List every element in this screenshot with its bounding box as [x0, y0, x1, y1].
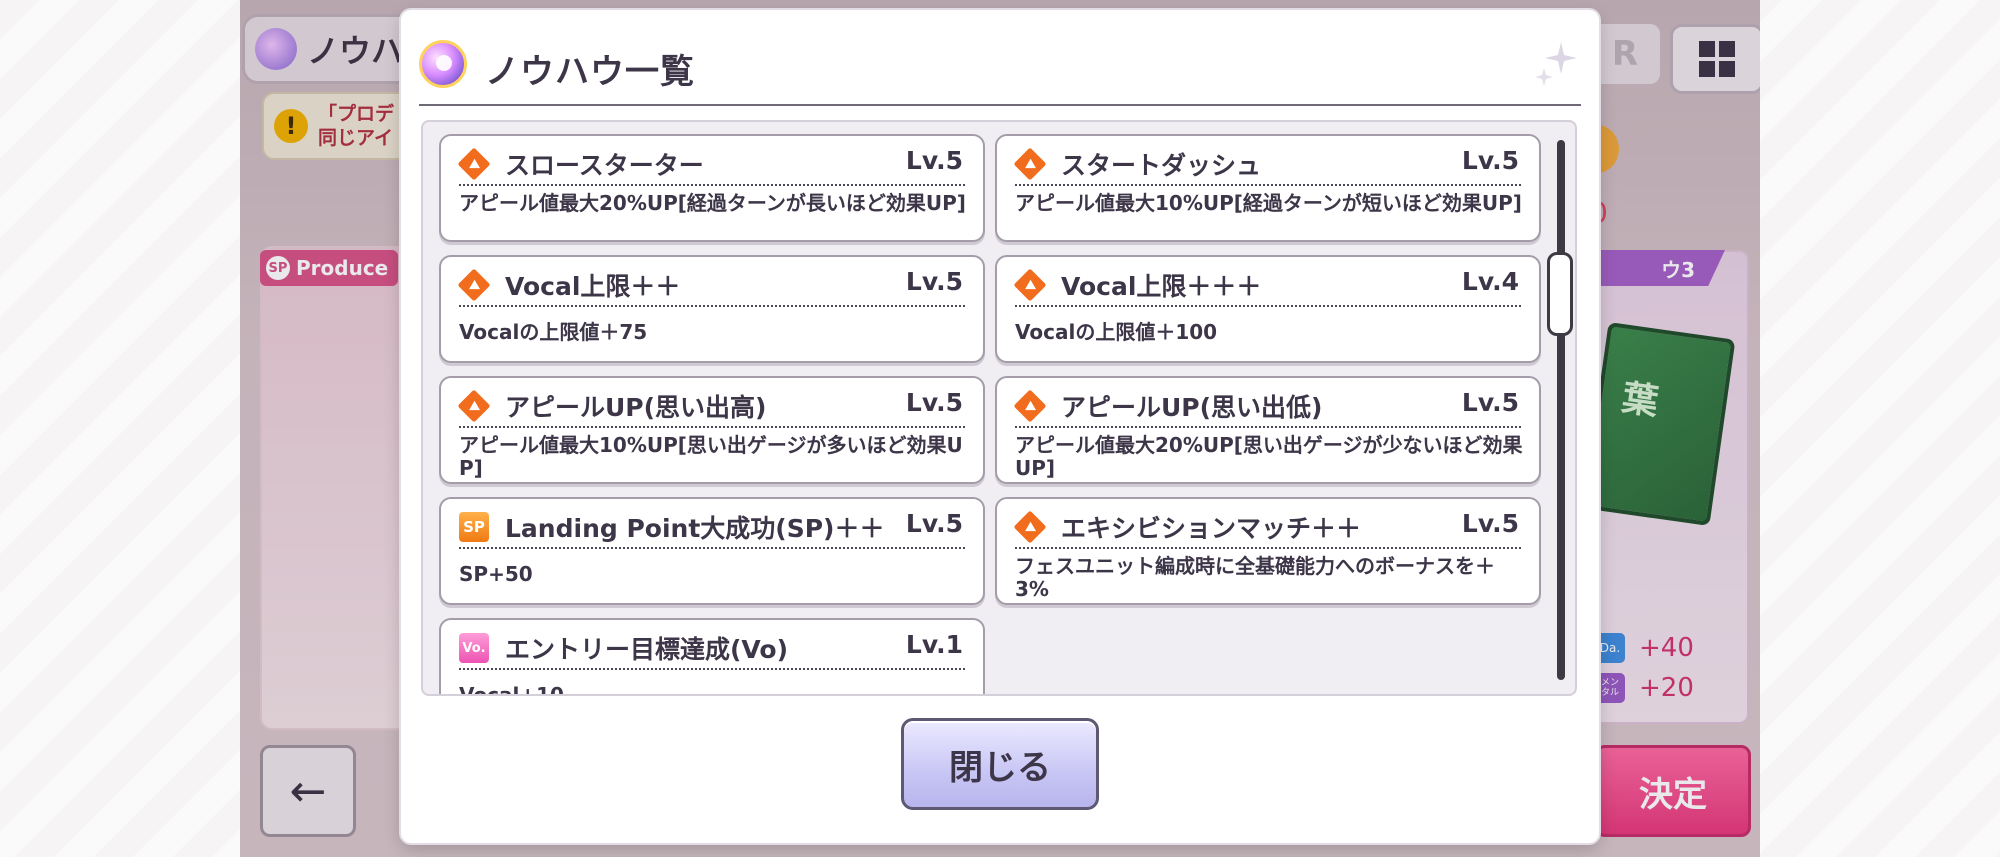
knowhow-card[interactable]: Vocal上限＋＋ Lv.5 Vocalの上限値＋75	[439, 255, 985, 363]
knowhow-description: アピール値最大20%UP[経過ターンが長いほど効果UP]	[459, 191, 966, 215]
knowhow-card[interactable]: アピールUP(思い出低) Lv.5 アピール値最大20%UP[思い出ゲージが少な…	[995, 376, 1541, 484]
up-arrow-icon	[1013, 389, 1047, 423]
knowhow-level: Lv.5	[1461, 509, 1519, 538]
knowhow-card[interactable]: SP Landing Point大成功(SP)＋＋ Lv.5 SP+50	[439, 497, 985, 605]
card-header: アピールUP(思い出高) Lv.5	[457, 386, 965, 428]
knowhow-card[interactable]: Vocal上限＋＋＋ Lv.4 Vocalの上限値＋100	[995, 255, 1541, 363]
knowhow-level: Lv.5	[1461, 388, 1519, 417]
knowhow-list-dialog: ノウハウ一覧 スロースターター Lv.5 アピール値最大20%UP[経過ターンが…	[401, 10, 1599, 843]
knowhow-name: アピールUP(思い出低)	[1061, 393, 1323, 422]
knowhow-description: SP+50	[459, 562, 533, 586]
card-header: エキシビションマッチ＋＋ Lv.5	[1013, 507, 1521, 549]
card-header: アピールUP(思い出低) Lv.5	[1013, 386, 1521, 428]
knowhow-card[interactable]: アピールUP(思い出高) Lv.5 アピール値最大10%UP[思い出ゲージが多い…	[439, 376, 985, 484]
knowhow-name: Landing Point大成功(SP)＋＋	[505, 514, 885, 543]
knowhow-level: Lv.5	[905, 267, 963, 296]
up-arrow-icon	[457, 389, 491, 423]
knowhow-name: エキシビションマッチ＋＋	[1061, 514, 1362, 543]
knowhow-level: Lv.1	[905, 630, 963, 659]
knowhow-name: Vocal上限＋＋＋	[1061, 272, 1262, 301]
close-button[interactable]: 閉じる	[901, 718, 1099, 810]
dialog-title: ノウハウ一覧	[485, 52, 695, 92]
knowhow-level: Lv.4	[1461, 267, 1519, 296]
card-header: Vocal上限＋＋＋ Lv.4	[1013, 265, 1521, 307]
card-header: スロースターター Lv.5	[457, 144, 965, 186]
up-arrow-icon	[1013, 147, 1047, 181]
card-header: SP Landing Point大成功(SP)＋＋ Lv.5	[459, 507, 965, 549]
sparkle-icon	[1535, 42, 1577, 86]
up-arrow-icon	[457, 268, 491, 302]
knowhow-list[interactable]: スロースターター Lv.5 アピール値最大20%UP[経過ターンが長いほど効果U…	[421, 120, 1577, 696]
knowhow-description: アピール値最大10%UP[思い出ゲージが多いほど効果UP]	[459, 433, 963, 480]
close-button-label: 閉じる	[949, 747, 1051, 788]
knowhow-level: Lv.5	[905, 388, 963, 417]
knowhow-description: アピール値最大20%UP[思い出ゲージが少ないほど効果UP]	[1015, 433, 1523, 480]
knowhow-card[interactable]: スタートダッシュ Lv.5 アピール値最大10%UP[経過ターンが短いほど効果U…	[995, 134, 1541, 242]
knowhow-card[interactable]: エキシビションマッチ＋＋ Lv.5 フェスユニット編成時に全基礎能力へのボーナス…	[995, 497, 1541, 605]
vocal-icon: Vo.	[459, 633, 489, 663]
knowhow-level: Lv.5	[905, 509, 963, 538]
knowhow-name: エントリー目標達成(Vo)	[505, 635, 789, 664]
card-header: スタートダッシュ Lv.5	[1013, 144, 1521, 186]
up-arrow-icon	[1013, 268, 1047, 302]
knowhow-name: アピールUP(思い出高)	[505, 393, 767, 422]
knowhow-icon	[419, 40, 467, 88]
knowhow-level: Lv.5	[905, 146, 963, 175]
knowhow-level: Lv.5	[1461, 146, 1519, 175]
knowhow-card[interactable]: スロースターター Lv.5 アピール値最大20%UP[経過ターンが長いほど効果U…	[439, 134, 985, 242]
knowhow-description: Vocalの上限値＋100	[1015, 320, 1218, 344]
knowhow-name: Vocal上限＋＋	[505, 272, 681, 301]
knowhow-description: Vocalの上限値＋75	[459, 320, 648, 344]
knowhow-name: スタートダッシュ	[1061, 151, 1262, 180]
up-arrow-icon	[1013, 510, 1047, 544]
card-header: Vocal上限＋＋ Lv.5	[457, 265, 965, 307]
scrollbar-track[interactable]	[1557, 140, 1565, 680]
knowhow-description: アピール値最大10%UP[経過ターンが短いほど効果UP]	[1015, 191, 1522, 215]
knowhow-description: フェスユニット編成時に全基礎能力へのボーナスを＋3%	[1015, 554, 1495, 601]
knowhow-card[interactable]: Vo. エントリー目標達成(Vo) Lv.1 Vocal+10	[439, 618, 985, 696]
up-arrow-icon	[457, 147, 491, 181]
dialog-header: ノウハウ一覧	[419, 28, 1581, 106]
scrollbar-thumb[interactable]	[1547, 252, 1573, 336]
card-header: Vo. エントリー目標達成(Vo) Lv.1	[459, 628, 965, 670]
knowhow-description: Vocal+10	[459, 683, 564, 696]
knowhow-name: スロースターター	[505, 151, 704, 180]
sp-icon: SP	[459, 512, 489, 542]
